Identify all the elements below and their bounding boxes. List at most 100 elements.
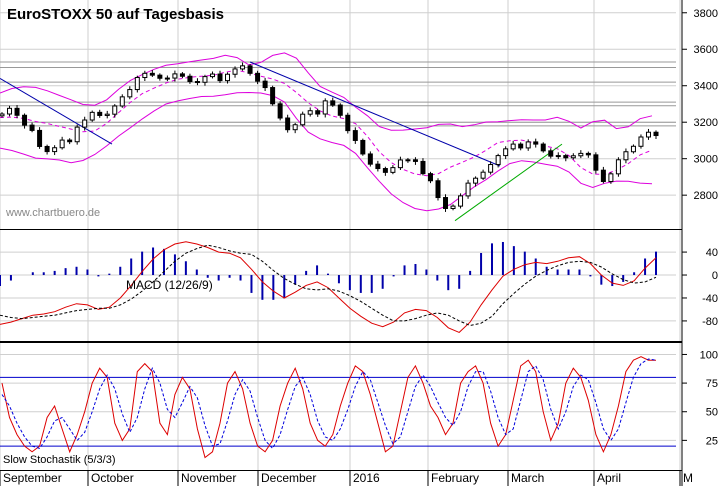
x-month-label: April — [597, 471, 621, 485]
candle-up — [127, 89, 133, 98]
candle-up — [307, 110, 313, 115]
candle-down — [427, 173, 433, 182]
candle-down — [653, 131, 659, 137]
candle-up — [473, 177, 479, 184]
candle-down — [179, 73, 185, 77]
candle-up — [82, 119, 88, 128]
candle-up — [142, 72, 148, 79]
candle-down — [194, 81, 200, 84]
candle-up — [172, 73, 178, 79]
candle-up — [232, 68, 238, 75]
candle-down — [435, 180, 441, 199]
price-tick-label: 3000 — [694, 154, 718, 166]
candle-up — [397, 159, 403, 169]
candle-up — [240, 65, 246, 70]
candle-down — [360, 139, 366, 155]
candle-down — [548, 150, 554, 157]
x-month-label: March — [511, 471, 544, 485]
candle-down — [97, 111, 103, 116]
candle-up — [608, 173, 614, 182]
candle-up — [59, 139, 65, 149]
candle-down — [382, 168, 388, 173]
x-month-label: November — [181, 471, 236, 485]
candle-up — [0, 113, 5, 117]
price-tick-label: 2800 — [694, 190, 718, 202]
candle-up — [615, 159, 621, 175]
candle-up — [630, 145, 636, 153]
candle-down — [533, 141, 539, 145]
x-month-label: February — [431, 471, 479, 485]
price-tick-label: 3600 — [694, 44, 718, 56]
x-month-label: 2016 — [353, 471, 380, 485]
candle-up — [74, 126, 80, 143]
candle-up — [390, 167, 396, 173]
candle-up — [555, 155, 561, 158]
x-month-label: M — [683, 471, 693, 485]
candle-down — [262, 80, 268, 89]
candle-down — [67, 139, 73, 143]
candle-down — [29, 124, 35, 131]
candle-up — [495, 155, 501, 166]
candle-up — [89, 111, 95, 121]
macd-tick-label: -80 — [702, 316, 718, 328]
candle-up — [645, 131, 651, 138]
candle-up — [570, 155, 576, 159]
candle-down — [22, 114, 28, 126]
candle-up — [209, 73, 215, 78]
candle-down — [14, 107, 20, 116]
candle-down — [585, 152, 591, 156]
candle-up — [450, 205, 456, 209]
candle-down — [157, 74, 163, 79]
macd-tick-label: 40 — [706, 247, 718, 259]
candle-up — [292, 124, 298, 131]
candle-down — [352, 130, 358, 141]
candle-down — [345, 114, 351, 132]
candle-down — [330, 100, 336, 106]
candle-down — [518, 143, 524, 149]
macd-tick-label: -40 — [702, 293, 718, 305]
chart: 2800 3000 3200 3400 3600 3800 40 0 -40 -80 100 75 50… — [0, 0, 723, 486]
candle-down — [247, 65, 253, 74]
candle-down — [44, 145, 50, 153]
candle-down — [367, 153, 373, 165]
candle-up — [164, 77, 170, 80]
candle-down — [563, 155, 569, 159]
candle-down — [217, 73, 223, 82]
candle-down — [187, 75, 193, 83]
candle-down — [337, 104, 343, 116]
price-tick-label: 3800 — [694, 8, 718, 20]
candle-up — [638, 136, 644, 147]
candle-down — [270, 87, 276, 105]
x-month-label: September — [3, 471, 62, 485]
candle-up — [202, 76, 208, 83]
candle-up — [104, 113, 110, 116]
candle-down — [277, 103, 283, 119]
candle-down — [285, 117, 291, 131]
candle-up — [405, 159, 411, 162]
candle-up — [510, 143, 516, 150]
candle-up — [134, 77, 140, 91]
candle-down — [600, 169, 606, 182]
stoch-tick-label: 25 — [706, 435, 718, 447]
macd-label: MACD (12/26/9) — [126, 278, 213, 292]
candle-down — [315, 110, 321, 115]
candle-down — [443, 197, 449, 209]
chart-background — [0, 0, 723, 486]
price-tick-label: 3400 — [694, 81, 718, 93]
candle-up — [503, 148, 509, 157]
x-month-label: December — [261, 471, 316, 485]
x-month-label: October — [91, 471, 134, 485]
stochastic-label: Slow Stochastik (5/3/3) — [3, 454, 116, 466]
price-tick-label: 3200 — [694, 117, 718, 129]
candle-up — [300, 113, 306, 126]
macd-tick-label: 0 — [712, 270, 718, 282]
candle-up — [112, 105, 118, 115]
candle-up — [119, 96, 125, 107]
candle-down — [37, 129, 43, 147]
candle-up — [488, 164, 494, 173]
chart-title: EuroSTOXX 50 auf Tagesbasis — [7, 6, 224, 23]
stoch-tick-label: 75 — [706, 378, 718, 390]
candle-up — [225, 73, 231, 82]
candle-down — [412, 159, 418, 162]
stoch-tick-label: 50 — [706, 407, 718, 419]
